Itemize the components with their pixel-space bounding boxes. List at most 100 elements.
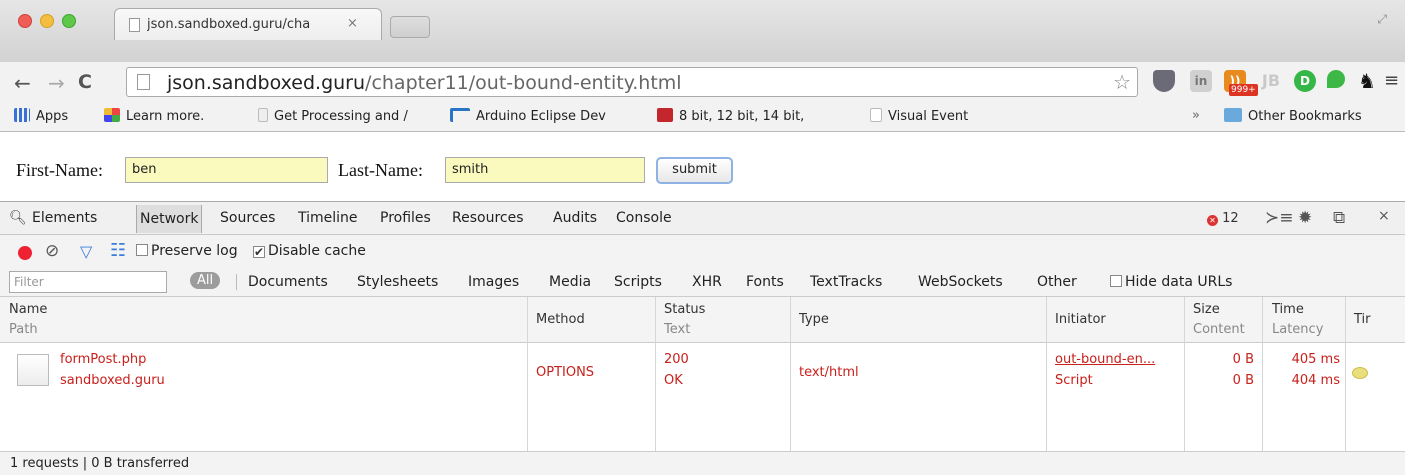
header-status[interactable]: Status bbox=[664, 302, 705, 317]
table-header: Name Path Method Status Text Type Initia… bbox=[0, 297, 1405, 343]
tab-timeline[interactable]: Timeline bbox=[298, 210, 358, 226]
header-text[interactable]: Text bbox=[664, 322, 690, 337]
window-maximize-button[interactable] bbox=[62, 14, 76, 28]
bookmark-apps[interactable]: Apps bbox=[14, 108, 68, 124]
request-type: text/html bbox=[799, 365, 859, 380]
file-icon bbox=[17, 354, 49, 386]
record-icon[interactable] bbox=[18, 246, 32, 260]
filter-documents[interactable]: Documents bbox=[248, 274, 328, 290]
new-tab-button[interactable] bbox=[390, 16, 430, 38]
header-time[interactable]: Time bbox=[1272, 302, 1304, 317]
column-divider bbox=[527, 297, 528, 451]
tab-sources[interactable]: Sources bbox=[220, 210, 275, 226]
preserve-log-checkbox[interactable]: Preserve log bbox=[136, 243, 238, 259]
tab-title: json.sandboxed.guru/cha bbox=[147, 17, 311, 32]
url-path: /chapter11/out-bound-entity.html bbox=[365, 72, 682, 94]
column-divider bbox=[655, 297, 656, 451]
tab-close-icon[interactable]: × bbox=[347, 16, 358, 31]
filter-xhr[interactable]: XHR bbox=[692, 274, 722, 290]
header-type[interactable]: Type bbox=[799, 312, 829, 327]
column-divider bbox=[1184, 297, 1185, 451]
filter-media[interactable]: Media bbox=[549, 274, 591, 290]
tab-profiles[interactable]: Profiles bbox=[380, 210, 431, 226]
network-controls: ⊘ ▽ ☷ Preserve log ✔ Disable cache bbox=[0, 235, 1405, 267]
request-content-size: 0 B bbox=[1232, 373, 1254, 388]
filter-scripts[interactable]: Scripts bbox=[614, 274, 662, 290]
bookmark-label: Apps bbox=[36, 109, 69, 124]
filter-funnel-icon[interactable]: ▽ bbox=[80, 242, 92, 261]
last-name-field[interactable]: smith bbox=[445, 157, 645, 183]
hide-data-urls-checkbox[interactable]: Hide data URLs bbox=[1110, 274, 1232, 290]
more-bookmarks-chevron-icon[interactable]: » bbox=[1192, 108, 1200, 123]
checkbox-label: Hide data URLs bbox=[1125, 274, 1233, 290]
inspect-search-icon[interactable]: 🔍︎ bbox=[9, 210, 27, 226]
header-method[interactable]: Method bbox=[536, 312, 585, 327]
clear-icon[interactable]: ⊘ bbox=[45, 241, 59, 261]
divider bbox=[236, 274, 237, 290]
tab-resources[interactable]: Resources bbox=[452, 210, 524, 226]
submit-button[interactable]: submit bbox=[656, 157, 733, 184]
colorful-logo-icon bbox=[104, 108, 120, 122]
bookmark-learn-more[interactable]: Learn more. bbox=[104, 108, 204, 124]
header-size[interactable]: Size bbox=[1193, 302, 1220, 317]
overview-list-icon[interactable]: ☷ bbox=[110, 240, 126, 261]
close-devtools-icon[interactable]: × bbox=[1378, 208, 1390, 224]
header-name[interactable]: Name bbox=[9, 302, 47, 317]
header-latency[interactable]: Latency bbox=[1272, 322, 1323, 337]
disable-cache-checkbox[interactable]: ✔ Disable cache bbox=[253, 243, 366, 259]
header-initiator[interactable]: Initiator bbox=[1055, 312, 1106, 327]
filter-websockets[interactable]: WebSockets bbox=[918, 274, 1003, 290]
error-counter[interactable]: ✕ 12 bbox=[1207, 211, 1239, 226]
linkedin-extension-icon[interactable]: in bbox=[1190, 70, 1212, 92]
request-initiator-link[interactable]: out-bound-en... bbox=[1055, 352, 1155, 367]
gear-icon[interactable]: ✹ bbox=[1298, 208, 1312, 228]
tab-audits[interactable]: Audits bbox=[553, 210, 597, 226]
tab-network[interactable]: Network bbox=[136, 205, 203, 233]
filter-all-button[interactable]: All bbox=[190, 272, 221, 289]
filter-other[interactable]: Other bbox=[1037, 274, 1077, 290]
jb-extension-icon[interactable]: JB bbox=[1260, 70, 1282, 92]
header-timeline[interactable]: Tir bbox=[1354, 312, 1371, 327]
first-name-field[interactable]: ben bbox=[125, 157, 328, 183]
filter-images[interactable]: Images bbox=[468, 274, 519, 290]
tab-console[interactable]: Console bbox=[616, 210, 672, 226]
filter-texttracks[interactable]: TextTracks bbox=[810, 274, 882, 290]
bookmark-star-icon[interactable]: ☆ bbox=[1113, 70, 1131, 94]
bookmark-label: Learn more. bbox=[126, 109, 205, 124]
column-divider bbox=[790, 297, 791, 451]
filter-fonts[interactable]: Fonts bbox=[746, 274, 784, 290]
browser-tab[interactable]: json.sandboxed.guru/cha × bbox=[114, 8, 382, 40]
bookmark-other[interactable]: Other Bookmarks bbox=[1224, 108, 1362, 124]
console-drawer-icon[interactable]: ≻≡ bbox=[1265, 208, 1294, 228]
timeline-bar bbox=[1352, 367, 1368, 379]
d-extension-icon[interactable]: D bbox=[1294, 70, 1316, 92]
menu-icon[interactable]: ≡ bbox=[1384, 70, 1399, 91]
dock-icon[interactable]: ⧉ bbox=[1333, 208, 1345, 228]
reload-icon[interactable]: C bbox=[78, 71, 92, 93]
request-path: sandboxed.guru bbox=[60, 373, 165, 388]
header-content[interactable]: Content bbox=[1193, 322, 1245, 337]
address-bar[interactable]: json.sandboxed.guru/chapter11/out-bound-… bbox=[126, 67, 1138, 97]
request-name[interactable]: formPost.php bbox=[60, 352, 146, 367]
network-table: Name Path Method Status Text Type Initia… bbox=[0, 297, 1405, 451]
bookmark-8-bit[interactable]: 8 bit, 12 bit, 14 bit, bbox=[657, 108, 853, 124]
green-drop-extension-icon[interactable] bbox=[1327, 70, 1345, 88]
bookmark-get-processing[interactable]: Get Processing and / bbox=[258, 108, 434, 124]
pocket-extension-icon[interactable] bbox=[1153, 70, 1175, 92]
filter-input[interactable]: Filter bbox=[9, 271, 167, 293]
runner-extension-icon[interactable]: ♞ bbox=[1356, 70, 1378, 92]
window-minimize-button[interactable] bbox=[40, 14, 54, 28]
bookmark-arduino-eclipse[interactable]: Arduino Eclipse Dev bbox=[450, 108, 638, 124]
fullscreen-icon[interactable]: ⤢ bbox=[1377, 12, 1387, 27]
filter-stylesheets[interactable]: Stylesheets bbox=[357, 274, 438, 290]
tab-elements[interactable]: Elements bbox=[32, 210, 97, 226]
bookmark-label: Arduino Eclipse Dev bbox=[476, 109, 606, 124]
url-text[interactable]: json.sandboxed.guru/chapter11/out-bound-… bbox=[167, 72, 682, 94]
network-filter-bar: Filter All Documents Stylesheets Images … bbox=[0, 267, 1405, 297]
header-path[interactable]: Path bbox=[9, 322, 38, 337]
forward-arrow-icon[interactable]: → bbox=[48, 71, 65, 95]
back-arrow-icon[interactable]: ← bbox=[14, 71, 31, 95]
page-icon bbox=[870, 108, 882, 122]
window-close-button[interactable] bbox=[18, 14, 32, 28]
bookmark-visual-event[interactable]: Visual Event bbox=[870, 108, 968, 124]
